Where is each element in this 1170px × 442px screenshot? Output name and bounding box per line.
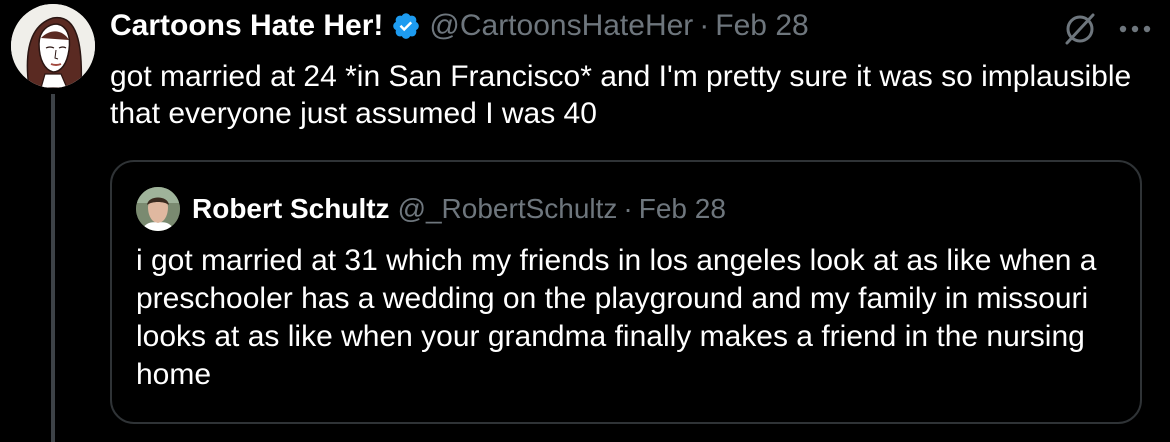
- quoted-separator-dot: ·: [623, 193, 633, 224]
- author-handle[interactable]: @CartoonsHateHer: [429, 9, 693, 43]
- quoted-tweet-text: i got married at 31 which my friends in …: [136, 244, 1097, 391]
- quoted-author-avatar: [136, 187, 180, 231]
- tweet-header-actions: [1060, 8, 1152, 53]
- more-dots-icon[interactable]: [1118, 22, 1152, 40]
- slashed-circle-icon[interactable]: [1060, 8, 1100, 53]
- quoted-author-name: Robert Schultz: [192, 193, 390, 224]
- quoted-tweet-header: Robert Schultz @_RobertSchultz · Feb 28: [136, 186, 726, 232]
- quoted-tweet-card[interactable]: Robert Schultz @_RobertSchultz · Feb 28 …: [110, 160, 1142, 424]
- tweet-header: Cartoons Hate Her! @CartoonsHateHer · Fe…: [110, 4, 809, 48]
- thread-connector-line: [51, 94, 55, 442]
- quoted-author-handle: @_RobertSchultz: [397, 193, 618, 224]
- separator-dot: ·: [699, 9, 710, 42]
- quoted-tweet-date: Feb 28: [638, 193, 726, 224]
- author-name[interactable]: Cartoons Hate Her!: [110, 9, 383, 43]
- verified-badge-icon: [391, 11, 421, 41]
- author-avatar[interactable]: [11, 4, 95, 88]
- tweet-date[interactable]: Feb 28: [715, 9, 808, 43]
- tweet-text: got married at 24 *in San Francisco* and…: [110, 60, 1132, 130]
